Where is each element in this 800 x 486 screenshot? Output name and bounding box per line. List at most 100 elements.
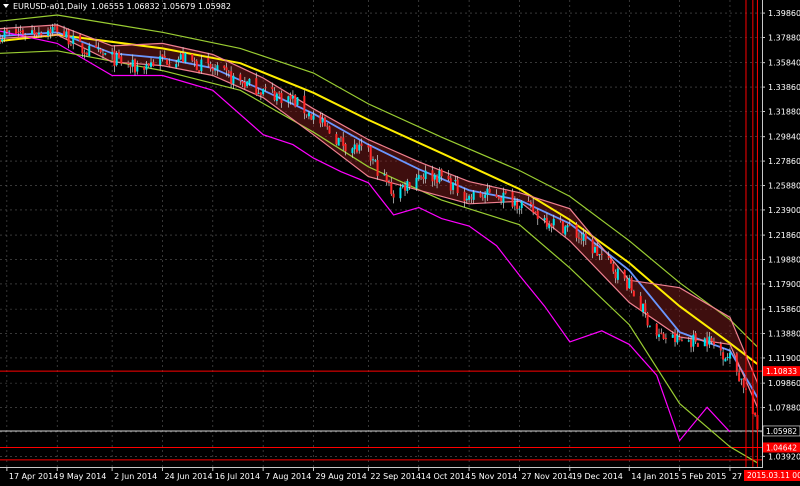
candle-body[interactable] xyxy=(53,25,56,27)
candle-body[interactable] xyxy=(83,52,86,55)
candle-body[interactable] xyxy=(481,197,484,199)
candle-body[interactable] xyxy=(207,57,210,64)
candle-body[interactable] xyxy=(225,67,228,71)
candle-body[interactable] xyxy=(191,54,194,61)
candle-body[interactable] xyxy=(472,191,475,200)
candle-body[interactable] xyxy=(417,174,420,180)
candle-body[interactable] xyxy=(518,208,521,210)
candle-body[interactable] xyxy=(740,378,743,380)
candle-body[interactable] xyxy=(5,29,8,32)
candle-body[interactable] xyxy=(175,64,178,68)
candle-body[interactable] xyxy=(536,210,539,219)
candle-body[interactable] xyxy=(287,96,290,102)
candle-body[interactable] xyxy=(47,30,50,36)
candle-body[interactable] xyxy=(545,217,548,227)
candle-body[interactable] xyxy=(278,92,281,94)
candle-body[interactable] xyxy=(344,143,347,152)
candle-body[interactable] xyxy=(504,191,507,194)
candle-body[interactable] xyxy=(401,184,404,188)
candle-body[interactable] xyxy=(31,30,34,35)
candle-body[interactable] xyxy=(529,202,532,205)
candle-body[interactable] xyxy=(706,337,709,347)
candle-body[interactable] xyxy=(97,48,100,50)
candle-body[interactable] xyxy=(69,44,72,46)
candle-body[interactable] xyxy=(33,30,36,35)
candle-body[interactable] xyxy=(674,332,677,343)
candle-body[interactable] xyxy=(440,169,443,177)
candle-body[interactable] xyxy=(703,338,706,347)
candle-body[interactable] xyxy=(227,71,230,73)
candle-body[interactable] xyxy=(280,92,283,103)
candle-body[interactable] xyxy=(117,52,120,58)
candle-body[interactable] xyxy=(163,55,166,58)
candle-body[interactable] xyxy=(323,117,326,127)
candle-body[interactable] xyxy=(335,134,338,145)
candle-body[interactable] xyxy=(502,192,505,203)
candle-body[interactable] xyxy=(115,53,118,66)
candle-body[interactable] xyxy=(264,87,267,89)
candle-body[interactable] xyxy=(463,191,466,202)
candle-body[interactable] xyxy=(241,81,244,84)
candle-body[interactable] xyxy=(559,219,562,221)
candle-body[interactable] xyxy=(296,97,299,105)
candle-body[interactable] xyxy=(564,226,567,235)
candle-body[interactable] xyxy=(273,90,276,101)
candle-body[interactable] xyxy=(658,334,661,337)
candle-body[interactable] xyxy=(552,218,555,226)
candle-body[interactable] xyxy=(198,70,201,73)
candle-body[interactable] xyxy=(600,253,603,255)
candle-body[interactable] xyxy=(291,95,294,99)
candle-body[interactable] xyxy=(200,59,203,72)
candle-body[interactable] xyxy=(511,191,514,207)
candle-body[interactable] xyxy=(577,237,580,239)
candle-body[interactable] xyxy=(424,170,427,180)
candle-body[interactable] xyxy=(550,223,553,227)
candle-body[interactable] xyxy=(113,50,116,67)
candle-body[interactable] xyxy=(454,180,457,182)
candle-body[interactable] xyxy=(642,303,645,312)
candle-body[interactable] xyxy=(632,290,635,297)
candle-body[interactable] xyxy=(584,233,587,240)
candle-body[interactable] xyxy=(88,45,91,57)
candle-body[interactable] xyxy=(415,177,418,189)
candle-body[interactable] xyxy=(431,170,434,182)
candle-body[interactable] xyxy=(120,56,123,64)
candle-body[interactable] xyxy=(310,114,313,120)
candle-body[interactable] xyxy=(131,59,134,67)
candle-body[interactable] xyxy=(582,234,585,241)
candle-body[interactable] xyxy=(195,61,198,71)
candle-body[interactable] xyxy=(134,59,137,73)
candle-body[interactable] xyxy=(143,66,146,70)
candle-body[interactable] xyxy=(527,200,530,202)
candle-body[interactable] xyxy=(275,93,278,101)
candle-body[interactable] xyxy=(495,194,498,198)
candle-body[interactable] xyxy=(95,45,98,48)
candle-body[interactable] xyxy=(257,92,260,94)
candle-body[interactable] xyxy=(575,224,578,238)
candle-body[interactable] xyxy=(690,339,693,348)
candle-body[interactable] xyxy=(232,75,235,84)
candle-body[interactable] xyxy=(468,195,471,200)
candle-body[interactable] xyxy=(319,114,322,124)
candle-body[interactable] xyxy=(614,271,617,279)
candle-body[interactable] xyxy=(676,335,679,343)
candle-body[interactable] xyxy=(728,352,731,359)
candle-body[interactable] xyxy=(593,247,596,253)
candle-body[interactable] xyxy=(408,182,411,187)
candle-body[interactable] xyxy=(111,52,114,55)
candle-body[interactable] xyxy=(422,176,425,180)
candle-body[interactable] xyxy=(438,170,441,183)
candle-body[interactable] xyxy=(664,337,667,340)
candle-body[interactable] xyxy=(484,194,487,198)
candle-body[interactable] xyxy=(456,179,459,194)
candle-body[interactable] xyxy=(21,30,24,35)
candle-body[interactable] xyxy=(24,34,27,36)
candle-body[interactable] xyxy=(630,277,633,291)
candle-body[interactable] xyxy=(591,239,594,254)
candle-body[interactable] xyxy=(680,340,683,342)
candle-body[interactable] xyxy=(671,334,674,338)
candle-body[interactable] xyxy=(136,66,139,72)
candle-body[interactable] xyxy=(662,333,665,339)
candle-body[interactable] xyxy=(607,255,610,258)
candle-body[interactable] xyxy=(216,65,219,70)
